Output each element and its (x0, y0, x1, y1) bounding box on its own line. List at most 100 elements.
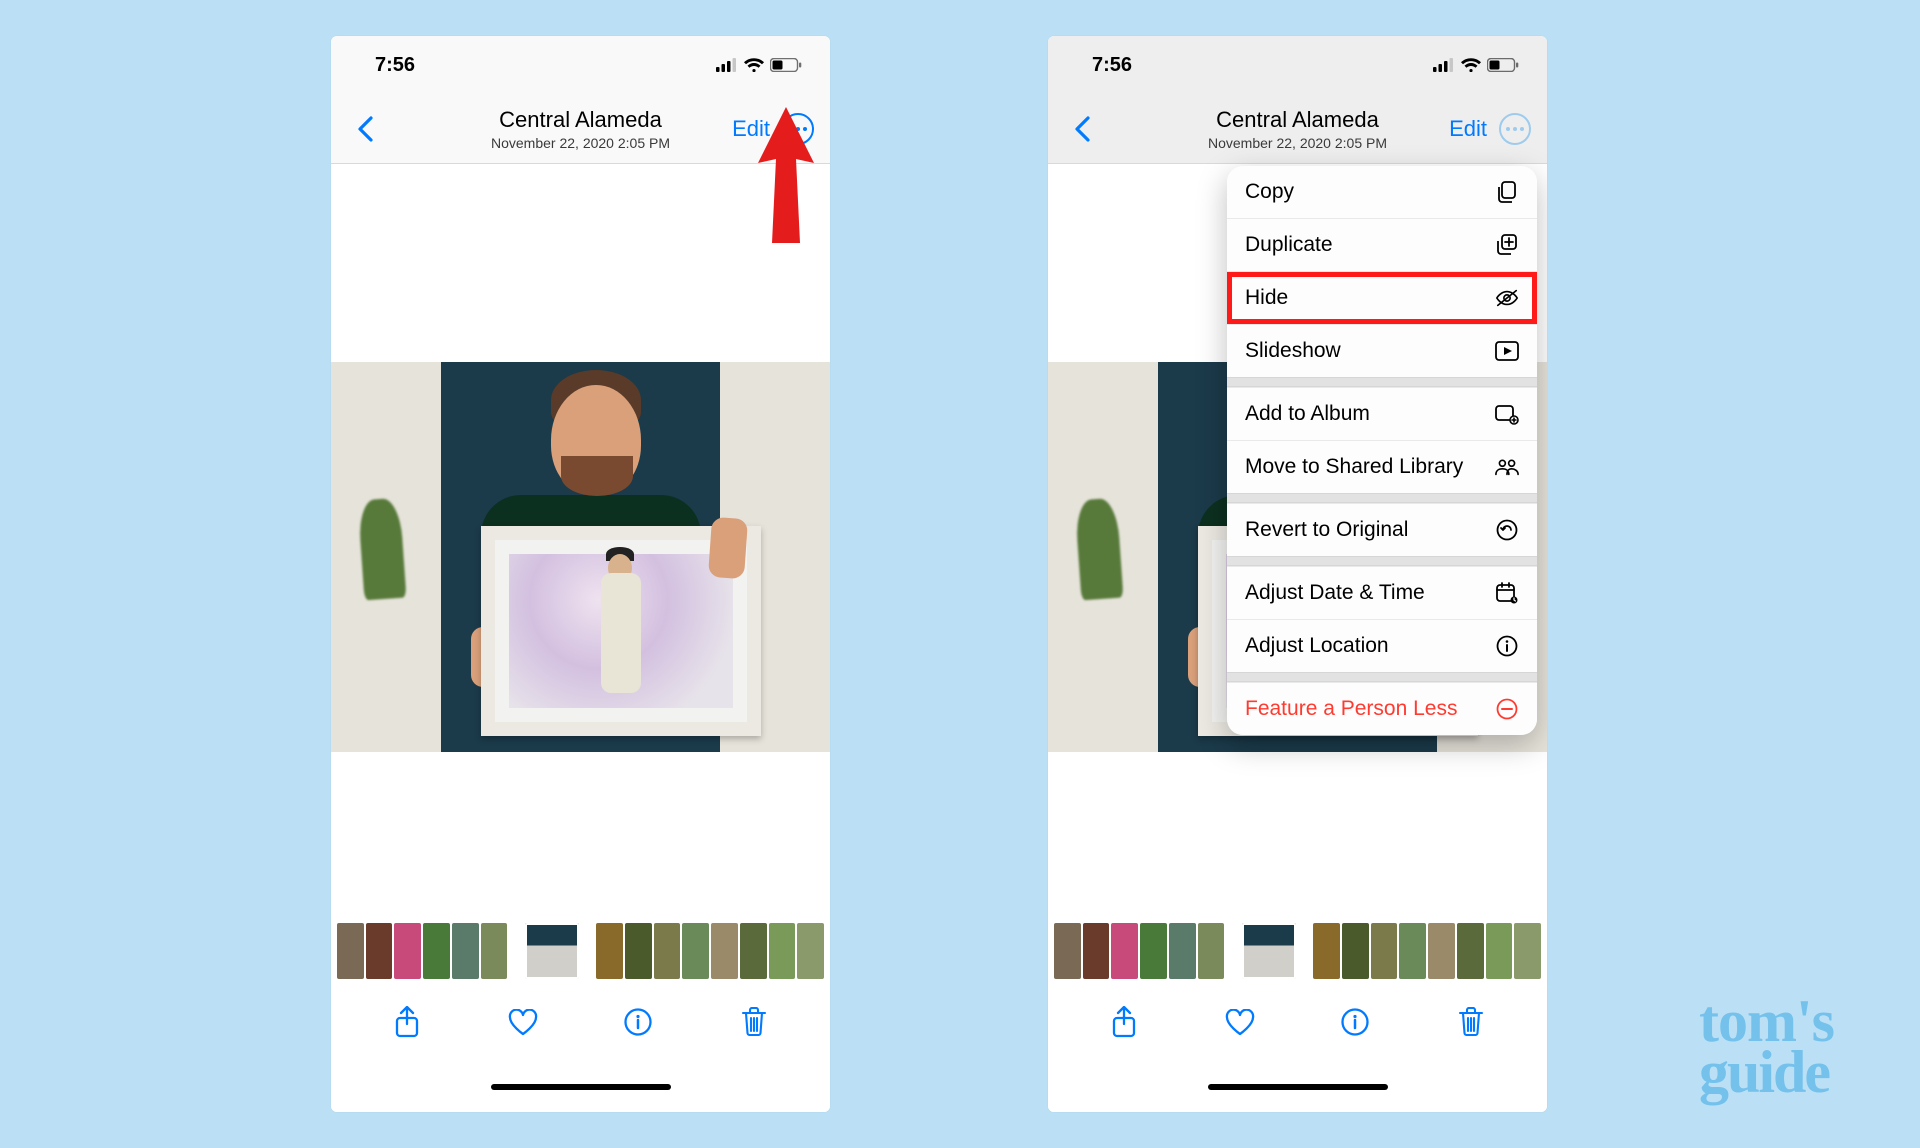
thumbnail[interactable] (394, 923, 421, 979)
info-button[interactable] (623, 1007, 653, 1037)
thumbnail[interactable] (682, 923, 709, 979)
heart-icon (508, 1009, 538, 1036)
thumbnail[interactable] (1198, 923, 1225, 979)
delete-button[interactable] (1456, 1007, 1486, 1037)
share-button[interactable] (1109, 1007, 1139, 1037)
thumbnail[interactable] (1083, 923, 1110, 979)
more-button[interactable] (782, 113, 814, 145)
location-info-icon (1495, 634, 1519, 658)
menu-item-hide[interactable]: Hide (1227, 271, 1537, 324)
status-time: 7:56 (1092, 54, 1132, 77)
bottom-toolbar (331, 982, 830, 1062)
wifi-icon (744, 58, 764, 72)
shared-library-icon (1495, 455, 1519, 479)
menu-item-slideshow[interactable]: Slideshow (1227, 324, 1537, 377)
thumbnail[interactable] (452, 923, 479, 979)
duplicate-icon (1495, 233, 1519, 257)
ellipsis-icon (789, 127, 807, 131)
back-button[interactable] (1064, 111, 1100, 147)
favorite-button[interactable] (1225, 1007, 1255, 1037)
delete-button[interactable] (739, 1007, 769, 1037)
thumbnail[interactable] (337, 923, 364, 979)
thumbnail[interactable] (1342, 923, 1369, 979)
home-indicator-area (1048, 1062, 1547, 1112)
menu-item-label: Hide (1245, 286, 1288, 310)
menu-item-add-to-album[interactable]: Add to Album (1227, 387, 1537, 440)
trash-icon (1458, 1007, 1484, 1037)
more-button[interactable] (1499, 113, 1531, 145)
home-indicator[interactable] (491, 1084, 671, 1090)
menu-separator (1227, 672, 1537, 682)
info-button[interactable] (1340, 1007, 1370, 1037)
menu-item-label: Slideshow (1245, 339, 1341, 363)
chevron-left-icon (357, 116, 373, 142)
photo-filmstrip[interactable] (331, 920, 830, 982)
photo-viewer[interactable] (331, 164, 830, 920)
thumbnail[interactable] (740, 923, 767, 979)
phone-screenshot-1: 7:56 Central Alameda November 22, 2020 2… (331, 36, 830, 1112)
thumbnail[interactable] (366, 923, 393, 979)
share-button[interactable] (392, 1007, 422, 1037)
photo-filmstrip[interactable] (1048, 920, 1547, 982)
page-subtitle: November 22, 2020 2:05 PM (1208, 135, 1387, 151)
menu-item-copy[interactable]: Copy (1227, 166, 1537, 218)
thumbnail[interactable] (1514, 923, 1541, 979)
nav-header: Central Alameda November 22, 2020 2:05 P… (331, 94, 830, 164)
thumbnail[interactable] (654, 923, 681, 979)
thumbnail[interactable] (1457, 923, 1484, 979)
page-title: Central Alameda (491, 107, 670, 133)
menu-item-label: Adjust Date & Time (1245, 581, 1425, 605)
thumbnail[interactable] (1111, 923, 1138, 979)
menu-item-move-shared[interactable]: Move to Shared Library (1227, 440, 1537, 493)
thumbnail[interactable] (423, 923, 450, 979)
thumbnail[interactable] (1399, 923, 1426, 979)
chevron-left-icon (1074, 116, 1090, 142)
menu-item-duplicate[interactable]: Duplicate (1227, 218, 1537, 271)
menu-separator (1227, 493, 1537, 503)
calendar-icon (1495, 581, 1519, 605)
menu-item-revert[interactable]: Revert to Original (1227, 503, 1537, 556)
thumbnail[interactable] (1169, 923, 1196, 979)
menu-item-label: Feature a Person Less (1245, 697, 1457, 721)
cellular-icon (716, 58, 738, 72)
status-time: 7:56 (375, 54, 415, 77)
thumbnail-current[interactable] (525, 923, 578, 979)
menu-item-adjust-location[interactable]: Adjust Location (1227, 619, 1537, 672)
cellular-icon (1433, 58, 1455, 72)
thumbnail[interactable] (1054, 923, 1081, 979)
thumbnail[interactable] (1140, 923, 1167, 979)
thumbnail[interactable] (596, 923, 623, 979)
copy-icon (1495, 180, 1519, 204)
thumbnail[interactable] (769, 923, 796, 979)
edit-button[interactable]: Edit (1449, 116, 1487, 142)
thumbnail[interactable] (1428, 923, 1455, 979)
status-bar: 7:56 (1048, 36, 1547, 94)
thumbnail[interactable] (1313, 923, 1340, 979)
back-button[interactable] (347, 111, 383, 147)
thumbnail[interactable] (1486, 923, 1513, 979)
favorite-button[interactable] (508, 1007, 538, 1037)
watermark-line2: guide (1699, 1047, 1834, 1098)
add-album-icon (1495, 402, 1519, 426)
share-icon (1111, 1006, 1137, 1038)
home-indicator[interactable] (1208, 1084, 1388, 1090)
battery-icon (1487, 58, 1519, 72)
status-bar: 7:56 (331, 36, 830, 94)
revert-icon (1495, 518, 1519, 542)
thumbnail[interactable] (711, 923, 738, 979)
edit-button[interactable]: Edit (732, 116, 770, 142)
thumbnail[interactable] (797, 923, 824, 979)
header-title-block: Central Alameda November 22, 2020 2:05 P… (1208, 107, 1387, 151)
thumbnail-current[interactable] (1242, 923, 1295, 979)
thumbnail[interactable] (481, 923, 508, 979)
heart-icon (1225, 1009, 1255, 1036)
ellipsis-icon (1506, 127, 1524, 131)
thumbnail[interactable] (1371, 923, 1398, 979)
menu-item-adjust-date[interactable]: Adjust Date & Time (1227, 566, 1537, 619)
menu-item-feature-less[interactable]: Feature a Person Less (1227, 682, 1537, 735)
status-icons (1433, 58, 1519, 72)
menu-item-label: Duplicate (1245, 233, 1333, 257)
minus-circle-icon (1495, 697, 1519, 721)
thumbnail[interactable] (625, 923, 652, 979)
menu-item-label: Adjust Location (1245, 634, 1389, 658)
